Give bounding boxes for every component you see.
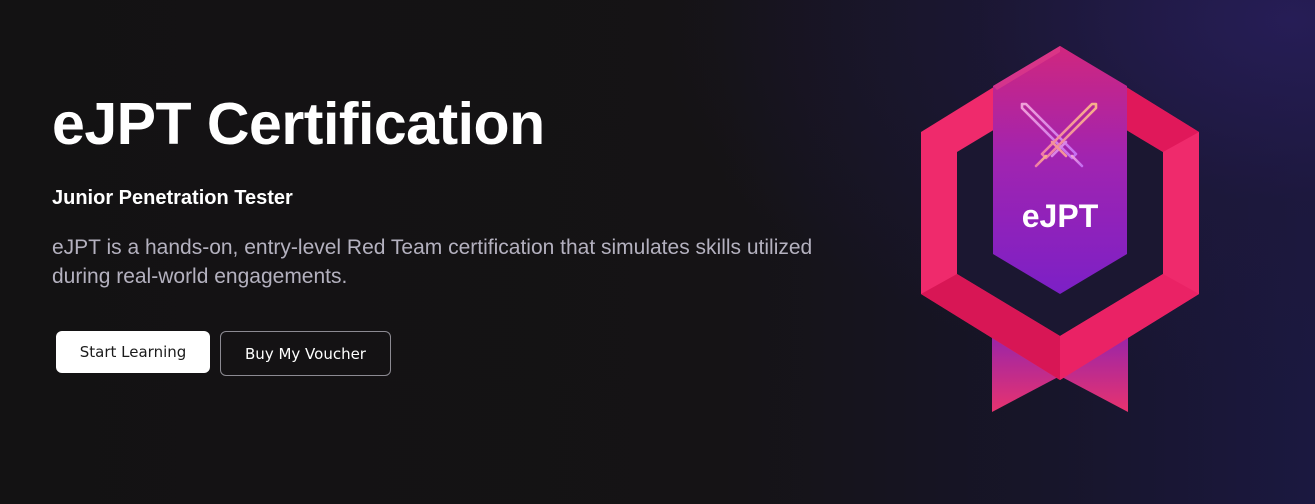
page-title: eJPT Certification — [52, 91, 545, 157]
hero-description: eJPT is a hands-on, entry-level Red Team… — [52, 236, 813, 288]
hero-subtitle: Junior Penetration Tester — [52, 187, 293, 209]
badge-banner — [993, 46, 1127, 294]
buy-voucher-button[interactable]: Buy My Voucher — [220, 331, 391, 376]
start-learning-button[interactable]: Start Learning — [56, 331, 210, 373]
certification-badge: eJPT — [918, 46, 1202, 416]
badge-label: eJPT — [1022, 198, 1099, 234]
